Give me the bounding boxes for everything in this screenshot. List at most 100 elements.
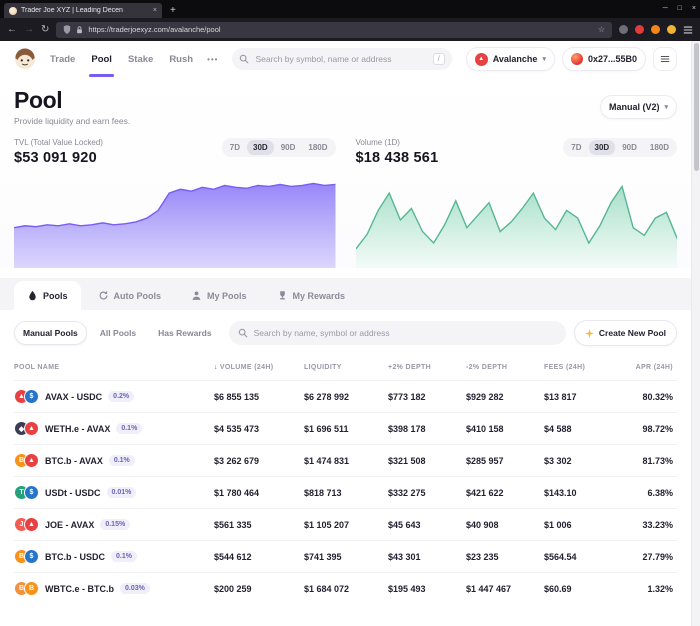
bookmark-star-icon[interactable]: ☆ xyxy=(598,25,605,34)
table-row[interactable]: B $ BTC.b - USDC 0.1% $544 612 $741 395 $43 30… xyxy=(14,540,677,572)
nav-item-pool[interactable]: Pool xyxy=(89,41,114,77)
cell-plus-2-depth: $45 643 xyxy=(388,519,421,530)
column-header-2-depth[interactable]: -2% DEPTH xyxy=(466,364,544,371)
cell-liquidity: $818 713 xyxy=(304,487,342,498)
filter-all-pools[interactable]: All Pools xyxy=(91,321,145,345)
filter-manual-pools[interactable]: Manual Pools xyxy=(14,321,87,345)
cell-volume-24h: $1 780 464 xyxy=(214,487,260,498)
tab-my-pools[interactable]: My Pools xyxy=(178,281,260,310)
sparkle-icon xyxy=(584,328,594,338)
pool-pair-label: JOE - AVAX xyxy=(45,519,95,530)
cell-apr-24h: 33.23% xyxy=(642,519,673,530)
pair-icons: B $ xyxy=(14,549,39,564)
browser-tab[interactable]: Trader Joe XYZ | Leading Decen × xyxy=(4,3,162,18)
cell-plus-2-depth: $332 275 xyxy=(388,487,426,498)
pool-name-cell: B $ BTC.b - USDC 0.1% xyxy=(14,549,214,564)
nav-item-rush[interactable]: Rush xyxy=(169,41,193,77)
table-row[interactable]: T $ USDt - USDC 0.01% $1 780 464 $818 713 $332… xyxy=(14,476,677,508)
back-button[interactable]: ← xyxy=(7,24,17,35)
range-button-90d[interactable]: 90D xyxy=(616,140,643,155)
nav-item-trade[interactable]: Trade xyxy=(50,41,75,77)
column-header-pool-name[interactable]: POOL NAME xyxy=(14,364,214,371)
tab-my-rewards[interactable]: My Rewards xyxy=(264,281,359,310)
range-button-7d[interactable]: 7D xyxy=(565,140,587,155)
nav-item-stake[interactable]: Stake xyxy=(128,41,153,77)
filter-has-rewards[interactable]: Has Rewards xyxy=(149,321,220,345)
tab-auto-pools[interactable]: Auto Pools xyxy=(85,281,175,310)
column-header-2-depth[interactable]: +2% DEPTH xyxy=(388,364,466,371)
pool-name-cell: T $ USDt - USDC 0.01% xyxy=(14,485,214,500)
tab-label: Auto Pools xyxy=(113,290,162,301)
column-header-fees-24h[interactable]: FEES (24H) xyxy=(544,364,618,371)
scrollbar-thumb[interactable] xyxy=(694,43,699,171)
extension-icon-2[interactable] xyxy=(635,25,644,34)
range-button-30d[interactable]: 30D xyxy=(588,140,616,155)
column-header-apr-24h[interactable]: APR (24H) xyxy=(618,364,677,371)
traderjoe-logo[interactable] xyxy=(14,48,36,70)
tab-close-icon[interactable]: × xyxy=(153,7,157,14)
lock-icon xyxy=(77,25,83,33)
page-title: Pool xyxy=(14,87,63,113)
search-icon xyxy=(240,54,250,64)
wallet-button[interactable]: 0x27...55B0 xyxy=(561,47,646,71)
version-selector[interactable]: Manual (V2) ▾ xyxy=(599,94,677,119)
range-button-180d[interactable]: 180D xyxy=(644,140,675,155)
header-search[interactable]: / xyxy=(232,48,452,70)
pool-name-cell: J ▲ JOE - AVAX 0.15% xyxy=(14,517,214,532)
cell-volume-24h: $200 259 xyxy=(214,583,252,594)
cell-fees-24h: $564.54 xyxy=(544,551,577,562)
metamask-extension-icon[interactable] xyxy=(651,25,660,34)
cell-minus-2-depth: $40 908 xyxy=(466,519,499,530)
column-header-volume-24h[interactable]: ↓ VOLUME (24H) xyxy=(214,364,304,371)
table-row[interactable]: ▲ $ AVAX - USDC 0.2% $6 855 135 $6 278 992 $77… xyxy=(14,380,677,412)
table-row[interactable]: B B WBTC.e - BTC.b 0.03% $200 259 $1 684 072 $… xyxy=(14,572,677,604)
window-minimize-button[interactable]: ─ xyxy=(663,5,668,12)
range-button-7d[interactable]: 7D xyxy=(224,140,246,155)
cell-volume-24h: $3 262 679 xyxy=(214,455,260,466)
header-search-input[interactable] xyxy=(255,54,427,64)
cell-minus-2-depth: $1 447 467 xyxy=(466,583,512,594)
table-row[interactable]: ◆ ▲ WETH.e - AVAX 0.1% $4 535 473 $1 696 511 $… xyxy=(14,412,677,444)
reload-button[interactable]: ↻ xyxy=(41,24,49,35)
tab-label: My Rewards xyxy=(292,290,346,301)
range-button-90d[interactable]: 90D xyxy=(275,140,302,155)
table-search[interactable] xyxy=(228,321,566,345)
cell-minus-2-depth: $421 622 xyxy=(466,487,504,498)
extension-icon-1[interactable] xyxy=(619,25,628,34)
address-bar[interactable]: https://traderjoexyz.com/avalanche/pool … xyxy=(56,21,612,38)
forward-button[interactable]: → xyxy=(24,24,34,35)
traderjoe-site: Trade Pool Stake Rush ••• / ▲ Avalanche ▾ xyxy=(0,41,691,626)
browser-menu-icon[interactable] xyxy=(683,25,693,35)
range-button-30d[interactable]: 30D xyxy=(247,140,274,155)
table-row[interactable]: J ▲ JOE - AVAX 0.15% $561 335 $1 105 207 $45 6… xyxy=(14,508,677,540)
search-shortcut-key: / xyxy=(432,53,445,65)
wallet-address: 0x27...55B0 xyxy=(587,54,637,64)
avax-token-icon: ▲ xyxy=(24,517,39,532)
window-close-button[interactable]: × xyxy=(692,5,696,12)
column-header-liquidity[interactable]: LIQUIDITY xyxy=(304,364,388,371)
tvl-area-chart xyxy=(14,172,336,268)
nav-more-button[interactable]: ••• xyxy=(207,55,218,64)
extension-icon-4[interactable] xyxy=(667,25,676,34)
cell-fees-24h: $4 588 xyxy=(544,423,572,434)
pair-icons: B ▲ xyxy=(14,453,39,468)
table-header: POOL NAME ↓ VOLUME (24H) LIQUIDITY +2% DEPTH… xyxy=(14,358,677,380)
range-button-180d[interactable]: 180D xyxy=(302,140,333,155)
site-favicon-icon xyxy=(9,6,17,15)
header-menu-button[interactable] xyxy=(653,47,677,71)
window-maximize-button[interactable]: □ xyxy=(678,5,682,12)
cell-apr-24h: 98.72% xyxy=(642,423,673,434)
browser-toolbar: ← → ↻ https://traderjoexyz.com/avalanche… xyxy=(0,18,700,41)
create-new-pool-button[interactable]: Create New Pool xyxy=(573,320,677,346)
tab-pools[interactable]: Pools xyxy=(14,281,81,310)
network-selector[interactable]: ▲ Avalanche ▾ xyxy=(465,47,555,71)
table-row[interactable]: B ▲ BTC.b - AVAX 0.1% $3 262 679 $1 474 831 $3… xyxy=(14,444,677,476)
cell-apr-24h: 81.73% xyxy=(642,455,673,466)
new-tab-button[interactable]: + xyxy=(165,4,181,18)
cell-liquidity: $1 474 831 xyxy=(304,455,350,466)
table-search-input[interactable] xyxy=(253,328,557,338)
page-subtitle: Provide liquidity and earn fees. xyxy=(14,116,131,126)
cell-liquidity: $1 105 207 xyxy=(304,519,350,530)
page-scrollbar[interactable] xyxy=(691,41,700,626)
cell-plus-2-depth: $773 182 xyxy=(388,391,426,402)
